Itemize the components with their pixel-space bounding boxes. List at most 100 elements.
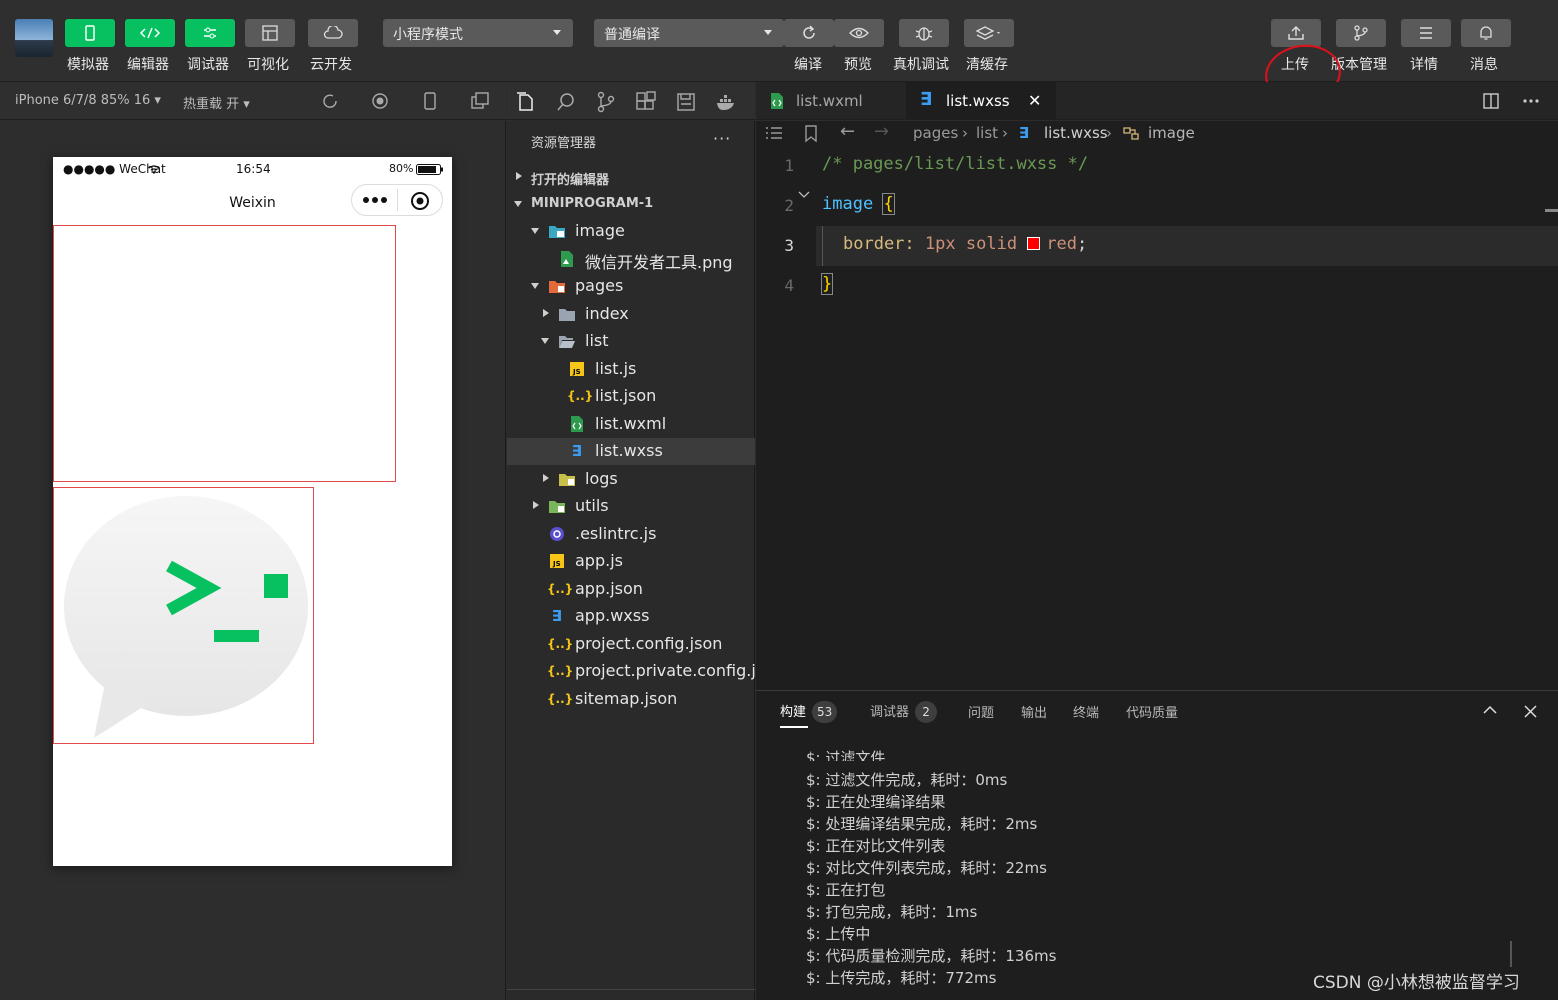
- editor-toggle-button[interactable]: [125, 19, 175, 47]
- phone-frame-icon[interactable]: [420, 91, 440, 111]
- fold-chevron-icon[interactable]: [798, 191, 810, 199]
- docker-icon[interactable]: [715, 91, 737, 113]
- tree-item-project-config[interactable]: {..} project.config.json: [507, 631, 755, 658]
- close-tab-icon[interactable]: ✕: [1028, 91, 1041, 110]
- hot-reload-select[interactable]: 热重载 开 ▾: [183, 93, 250, 112]
- simulator-toolbar: iPhone 6/7/8 85% 16 ▾ 热重载 开 ▾: [0, 82, 506, 120]
- details-button[interactable]: [1401, 19, 1451, 47]
- tree-item-app-json[interactable]: {..} app.json: [507, 576, 755, 603]
- record-icon[interactable]: [370, 91, 390, 111]
- close-miniprogram-icon[interactable]: [410, 191, 430, 211]
- tree-item-list-wxml[interactable]: list.wxml: [507, 411, 755, 438]
- capsule-menu[interactable]: [351, 184, 443, 216]
- debugger-toggle-button[interactable]: [185, 19, 235, 47]
- tree-item-utils-folder[interactable]: utils: [507, 493, 755, 520]
- folder-icon: [559, 473, 575, 486]
- breadcrumb-pages[interactable]: pages: [913, 124, 958, 142]
- explorer-more-button[interactable]: ···: [713, 129, 731, 148]
- save-icon[interactable]: [675, 91, 697, 113]
- clear-cache-button[interactable]: [964, 19, 1014, 47]
- tab-build[interactable]: 构建 53: [780, 701, 838, 723]
- tree-item-list-wxss[interactable]: ∃ list.wxss: [507, 438, 755, 465]
- tab-output[interactable]: 输出: [1021, 702, 1047, 721]
- tab-problems[interactable]: 问题: [968, 702, 994, 721]
- compile-button[interactable]: [784, 19, 834, 47]
- more-dots-icon[interactable]: [362, 196, 388, 204]
- folder-image-icon: [549, 226, 565, 238]
- mode-select[interactable]: 小程序模式: [383, 19, 573, 47]
- line-number: 1: [784, 156, 794, 175]
- forward-arrow-icon[interactable]: →: [874, 121, 889, 142]
- explorer-bottom-divider: [507, 989, 755, 990]
- tab-code-quality[interactable]: 代码质量: [1126, 702, 1178, 721]
- wxss-file-icon: ∃: [1019, 124, 1030, 142]
- open-editors-section[interactable]: 打开的编辑器: [507, 164, 755, 190]
- preview-label: 预览: [844, 57, 872, 73]
- rotate-icon[interactable]: [320, 91, 340, 111]
- battery-percent: 80%: [389, 162, 414, 175]
- compile-label: 编译: [794, 57, 822, 73]
- messages-button[interactable]: [1461, 19, 1511, 47]
- cloud-dev-button[interactable]: [308, 19, 358, 47]
- color-swatch[interactable]: [1027, 237, 1041, 250]
- back-arrow-icon[interactable]: ←: [840, 121, 855, 142]
- close-panel-icon[interactable]: [1524, 705, 1537, 718]
- tab-list-wxss[interactable]: ∃ list.wxss ✕: [906, 82, 1056, 120]
- search-icon[interactable]: [555, 91, 577, 113]
- active-tab-underline: [780, 726, 808, 728]
- compile-select-value: 普通编译: [604, 27, 660, 43]
- tree-item-image-folder[interactable]: image: [507, 218, 755, 245]
- tree-item-index-folder[interactable]: index: [507, 301, 755, 328]
- tree-item-eslintrc[interactable]: .eslintrc.js: [507, 521, 755, 548]
- phone-screen: ●●●●● WeChat 16:54 80% Weixin: [53, 157, 452, 866]
- more-actions-icon[interactable]: [1522, 92, 1540, 110]
- main-toolbar: 模拟器 编辑器 调试器 可视化 云开发 小程序模式 普通编译 编译 预览 真机调…: [0, 0, 1558, 109]
- editor-label: 编辑器: [127, 57, 169, 73]
- tree-item-app-js[interactable]: JS app.js: [507, 548, 755, 575]
- wechat-devtools-logo: [64, 496, 308, 738]
- split-editor-icon[interactable]: [1482, 92, 1500, 110]
- source-control-icon[interactable]: [595, 91, 617, 113]
- explorer-title: 资源管理器: [531, 136, 597, 151]
- extensions-icon[interactable]: [635, 91, 657, 113]
- visual-label: 可视化: [247, 57, 289, 73]
- chevron-right-icon: ›: [962, 124, 968, 142]
- tree-item-project-private-config[interactable]: {..} project.private.config.js...: [507, 658, 779, 685]
- json-file-icon: {..}: [547, 581, 574, 596]
- visual-toggle-button[interactable]: [245, 19, 295, 47]
- list-icon[interactable]: [765, 126, 783, 142]
- tree-item-png-file[interactable]: 微信开发者工具.png: [507, 246, 755, 273]
- user-avatar[interactable]: [15, 19, 53, 57]
- breadcrumb-file[interactable]: list.wxss: [1044, 124, 1108, 142]
- version-button[interactable]: [1336, 19, 1386, 47]
- files-icon[interactable]: [515, 91, 537, 113]
- project-section[interactable]: MINIPROGRAM-1: [507, 191, 755, 217]
- tree-item-list-json[interactable]: {..} list.json: [507, 383, 755, 410]
- compile-select[interactable]: 普通编译: [594, 19, 784, 47]
- remote-debug-button[interactable]: [899, 19, 949, 47]
- tree-item-list-js[interactable]: JS list.js: [507, 356, 755, 383]
- maximize-panel-icon[interactable]: [1483, 705, 1497, 715]
- wxss-file-icon: ∃: [571, 442, 583, 460]
- simulator-toggle-button[interactable]: [65, 19, 115, 47]
- device-select[interactable]: iPhone 6/7/8 85% 16 ▾: [15, 93, 161, 108]
- breadcrumb-list[interactable]: list: [976, 124, 998, 142]
- wifi-icon: [148, 165, 160, 174]
- code-editor[interactable]: 1 2 3 4 /* pages/list/list.wxss */ image…: [756, 147, 1558, 690]
- detach-window-icon[interactable]: [470, 91, 490, 111]
- tree-item-sitemap[interactable]: {..} sitemap.json: [507, 686, 755, 713]
- tree-item-pages-folder[interactable]: pages: [507, 273, 755, 300]
- chevron-right-icon: ›: [1106, 124, 1112, 142]
- tab-terminal[interactable]: 终端: [1073, 702, 1099, 721]
- tab-list-wxml[interactable]: list.wxml: [756, 82, 904, 120]
- tree-item-logs-folder[interactable]: logs: [507, 466, 755, 493]
- tree-item-list-folder[interactable]: list: [507, 328, 755, 355]
- tree-item-app-wxss[interactable]: ∃ app.wxss: [507, 603, 755, 630]
- panel-scrollbar[interactable]: [1510, 941, 1512, 967]
- tab-debugger[interactable]: 调试器 2: [870, 701, 938, 723]
- breadcrumb-symbol[interactable]: image: [1148, 124, 1195, 142]
- bookmark-icon[interactable]: [804, 125, 818, 143]
- upload-button[interactable]: [1271, 19, 1321, 47]
- preview-button[interactable]: [834, 19, 884, 47]
- code-line-1: /* pages/list/list.wxss */: [822, 154, 1089, 174]
